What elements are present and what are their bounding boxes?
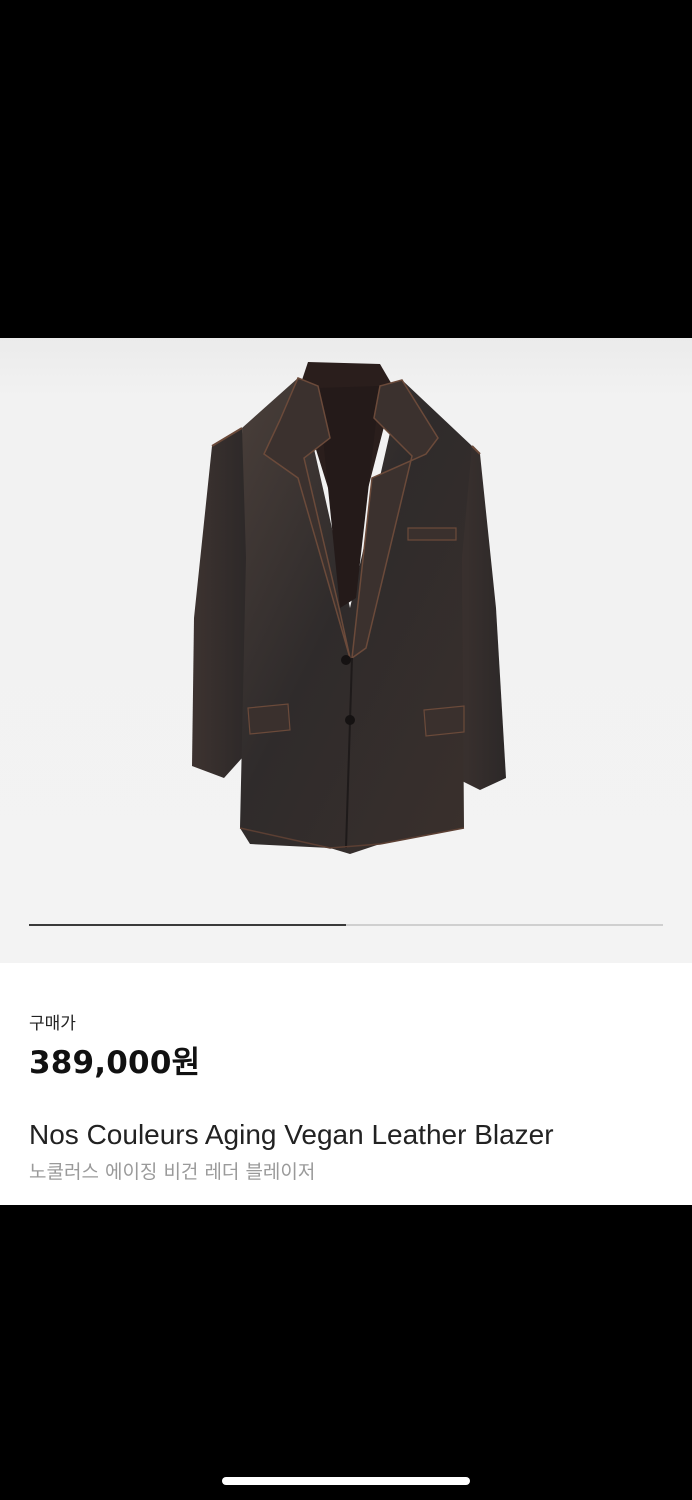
carousel-progress-track — [29, 924, 663, 926]
product-image-gallery[interactable] — [0, 338, 692, 963]
top-letterbox — [0, 0, 692, 338]
price-label: 구매가 — [29, 1014, 76, 1034]
product-name-korean: 노쿨러스 에이징 비건 레더 블레이저 — [29, 1161, 316, 1183]
price-value: 389,000원 — [29, 1045, 201, 1081]
home-indicator-bar[interactable] — [222, 1477, 470, 1485]
carousel-progress-fill — [29, 924, 346, 926]
product-name-english[interactable]: Nos Couleurs Aging Vegan Leather Blazer — [29, 1119, 554, 1151]
bottom-letterbox — [0, 1205, 692, 1500]
blazer-image — [192, 362, 506, 854]
product-info-panel: 구매가 389,000원 Nos Couleurs Aging Vegan Le… — [0, 963, 692, 1205]
